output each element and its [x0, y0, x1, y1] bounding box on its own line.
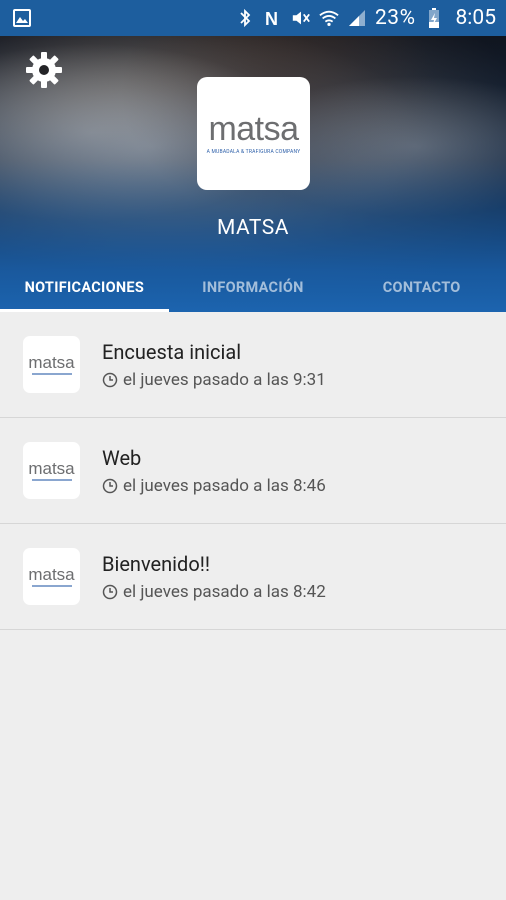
notification-title: Bienvenido!! — [102, 551, 211, 576]
list-item[interactable]: matsa Web el jueves pasado a las 8:46 — [0, 418, 506, 524]
tab-informacion[interactable]: INFORMACIÓN — [169, 262, 338, 312]
notification-time: el jueves pasado a las 8:42 — [123, 581, 326, 602]
app-header: matsa A MUBADALA & TRAFIGURA COMPANY MAT… — [0, 36, 506, 312]
list-item[interactable]: matsa Encuesta inicial el jueves pasado … — [0, 312, 506, 418]
logo-tagline: A MUBADALA & TRAFIGURA COMPANY — [206, 149, 301, 155]
status-bar: N 23% 8:05 — [0, 0, 506, 36]
notification-list: matsa Encuesta inicial el jueves pasado … — [0, 312, 506, 630]
settings-gear-icon[interactable] — [24, 50, 64, 90]
notification-logo-icon: matsa — [23, 336, 80, 393]
battery-icon — [424, 8, 444, 28]
company-name: MATSA — [217, 216, 289, 240]
notification-logo-icon: matsa — [23, 548, 80, 605]
notification-title: Encuesta inicial — [102, 339, 242, 364]
logo-wordmark: matsa — [208, 110, 299, 148]
tab-contacto[interactable]: CONTACTO — [337, 262, 506, 312]
notification-logo-icon: matsa — [23, 442, 80, 499]
tab-bar: NOTIFICACIONES INFORMACIÓN CONTACTO — [0, 262, 506, 312]
notification-time: el jueves pasado a las 8:46 — [123, 475, 326, 496]
mute-icon — [291, 8, 311, 28]
signal-icon — [347, 8, 367, 28]
battery-percentage: 23% — [375, 6, 416, 30]
wifi-icon — [319, 8, 339, 28]
notification-time: el jueves pasado a las 9:31 — [123, 369, 326, 390]
svg-text:N: N — [265, 9, 278, 28]
clock-icon — [102, 478, 118, 493]
list-item[interactable]: matsa Bienvenido!! el jueves pasado a la… — [0, 524, 506, 630]
company-logo: matsa A MUBADALA & TRAFIGURA COMPANY — [197, 77, 310, 190]
gallery-icon — [12, 8, 32, 28]
clock-icon — [102, 372, 118, 387]
clock-icon — [102, 584, 118, 599]
tab-notificaciones[interactable]: NOTIFICACIONES — [0, 262, 169, 312]
bluetooth-icon — [235, 8, 255, 28]
status-time: 8:05 — [455, 6, 497, 30]
nfc-icon: N — [263, 8, 283, 28]
notification-title: Web — [102, 445, 142, 470]
